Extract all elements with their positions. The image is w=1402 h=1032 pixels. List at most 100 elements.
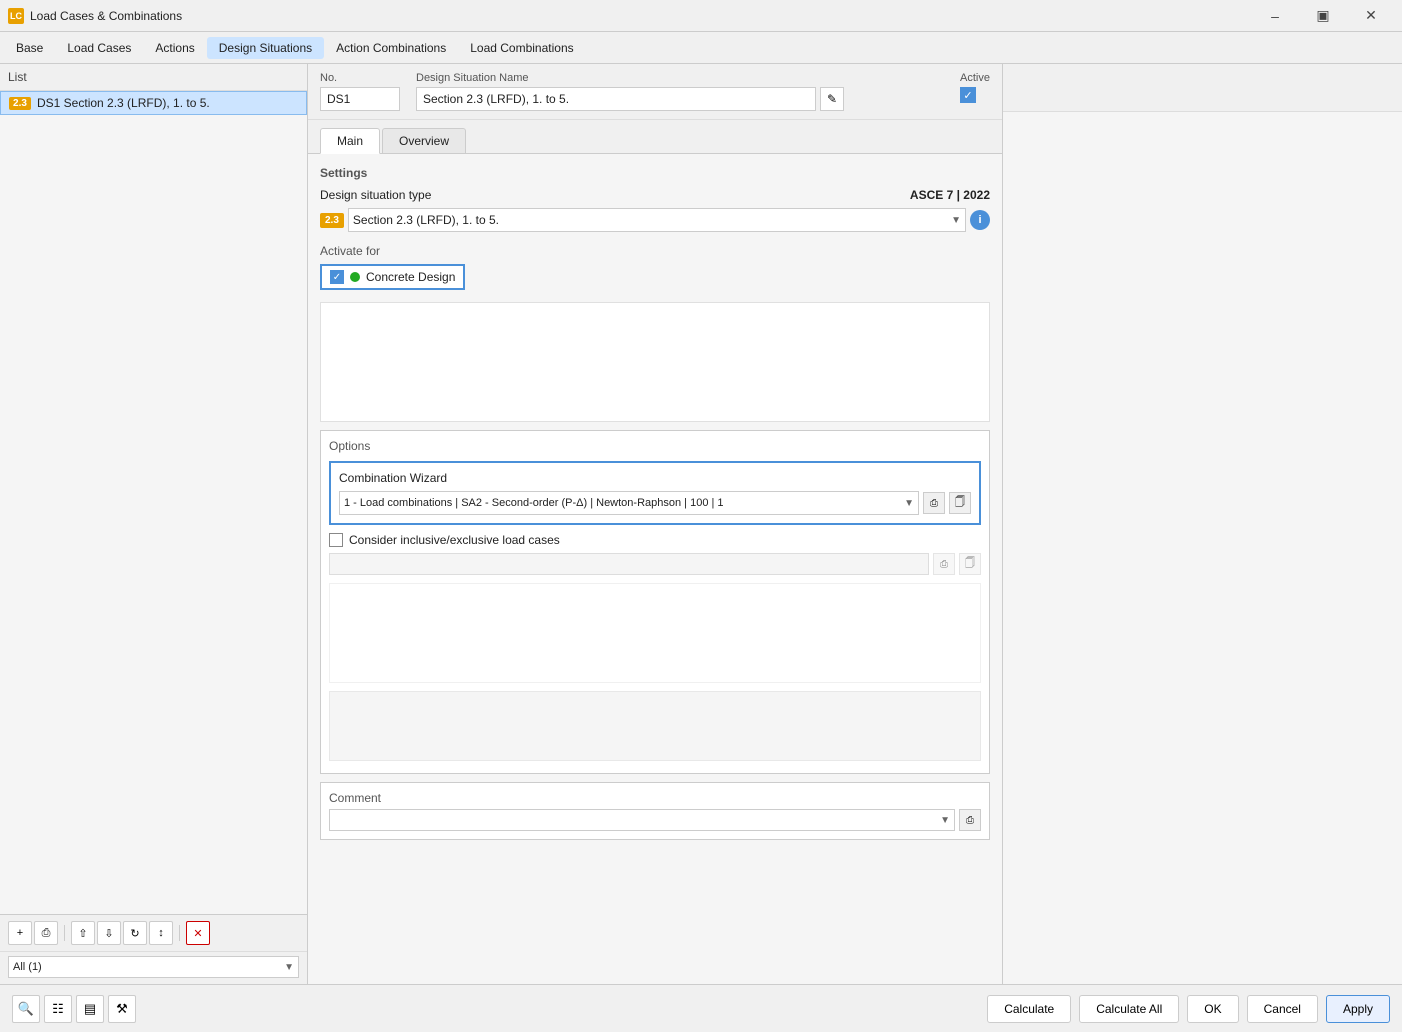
menubar: Base Load Cases Actions Design Situation…	[0, 32, 1402, 64]
disabled-input	[329, 553, 929, 575]
name-label: Design Situation Name	[416, 72, 844, 84]
settings-label: Settings	[320, 166, 990, 180]
list-empty-area	[0, 115, 307, 914]
dropdown-badge: 2.3	[320, 213, 344, 228]
tab-main[interactable]: Main	[320, 128, 380, 154]
design-situation-type-label: Design situation type	[320, 188, 431, 202]
toolbar-divider2	[179, 925, 180, 941]
consider-label: Consider inclusive/exclusive load cases	[349, 533, 560, 547]
tabs-bar: Main Overview	[308, 120, 1002, 154]
list-header: List	[0, 64, 307, 91]
options-label: Options	[329, 439, 981, 453]
chevron-down-icon3: ▼	[951, 215, 961, 226]
concrete-design-label: Concrete Design	[366, 270, 455, 284]
move-down-button[interactable]: ⇩	[97, 921, 121, 945]
far-right-header	[1003, 64, 1402, 112]
copy-item-button[interactable]: ⎙	[34, 921, 58, 945]
left-panel: List 2.3 DS1 Section 2.3 (LRFD), 1. to 5…	[0, 64, 308, 984]
disabled-btn-1: ⎙	[933, 553, 955, 575]
form-content: Settings Design situation type ASCE 7 | …	[308, 154, 1002, 984]
disabled-input-row: ⎙ 🗍	[329, 553, 981, 575]
comment-copy-button[interactable]: ⎙	[959, 809, 981, 831]
window-controls: – ▣ ✕	[1252, 0, 1394, 32]
calculate-button[interactable]: Calculate	[987, 995, 1071, 1023]
concrete-design-checkbox[interactable]: ✓	[330, 270, 344, 284]
chevron-down-icon: ▼	[284, 962, 294, 973]
design-situation-type-row: Design situation type ASCE 7 | 2022	[320, 188, 990, 202]
name-field-group: Design Situation Name Section 2.3 (LRFD)…	[416, 72, 844, 111]
name-field-row: Section 2.3 (LRFD), 1. to 5. ✎	[416, 87, 844, 111]
app-icon: LC	[8, 8, 24, 24]
comment-input[interactable]: ▼	[329, 809, 955, 831]
search-icon-button[interactable]: 🔍	[12, 995, 40, 1023]
minimize-button[interactable]: –	[1252, 0, 1298, 32]
menu-base[interactable]: Base	[4, 37, 55, 59]
left-toolbar: + ⎙ ⇧ ⇩ ↻ ↕ ✕	[0, 914, 307, 951]
wizard-dropdown[interactable]: 1 - Load combinations | SA2 - Second-ord…	[339, 491, 919, 515]
design-situation-dropdown-row: 2.3 Section 2.3 (LRFD), 1. to 5. ▼ i	[320, 208, 990, 232]
design-situation-select[interactable]: Section 2.3 (LRFD), 1. to 5. ▼	[348, 208, 966, 232]
renumber-button[interactable]: ↻	[123, 921, 147, 945]
active-label: Active	[960, 72, 990, 84]
chevron-down-icon4: ▼	[904, 498, 914, 509]
menu-actions[interactable]: Actions	[143, 37, 206, 59]
comment-row: ▼ ⎙	[329, 809, 981, 831]
cancel-button[interactable]: Cancel	[1247, 995, 1318, 1023]
action-bar: 🔍 ☷ ▤ ⚒ Calculate Calculate All OK Cance…	[0, 984, 1402, 1032]
wizard-btn-2[interactable]: 🗍	[949, 492, 971, 514]
comment-label: Comment	[329, 791, 981, 805]
chevron-down-icon5: ▼	[940, 815, 950, 826]
active-checkbox[interactable]: ✓	[960, 87, 976, 103]
disabled-btn-2: 🗍	[959, 553, 981, 575]
activate-for-section: Activate for ✓ Concrete Design	[320, 244, 990, 290]
combination-wizard-box: Combination Wizard 1 - Load combinations…	[329, 461, 981, 525]
settings-icon-button[interactable]: ⚒	[108, 995, 136, 1023]
menu-design-situations[interactable]: Design Situations	[207, 37, 324, 59]
move-up-button[interactable]: ⇧	[71, 921, 95, 945]
titlebar: LC Load Cases & Combinations – ▣ ✕	[0, 0, 1402, 32]
edit-name-button[interactable]: ✎	[820, 87, 844, 111]
sort-button[interactable]: ↕	[149, 921, 173, 945]
name-input[interactable]: Section 2.3 (LRFD), 1. to 5.	[416, 87, 816, 111]
empty-area-1	[320, 302, 990, 422]
toolbar-divider	[64, 925, 65, 941]
bottom-icons: 🔍 ☷ ▤ ⚒	[12, 995, 136, 1023]
activate-for-label: Activate for	[320, 244, 990, 258]
comment-section: Comment ▼ ⎙	[320, 782, 990, 840]
calculate-all-button[interactable]: Calculate All	[1079, 995, 1179, 1023]
no-label: No.	[320, 72, 400, 84]
settings-section: Settings Design situation type ASCE 7 | …	[320, 166, 990, 232]
delete-button[interactable]: ✕	[186, 921, 210, 945]
combination-wizard-label: Combination Wizard	[339, 471, 971, 485]
wizard-btn-1[interactable]: ⎙	[923, 492, 945, 514]
filter-area: All (1) ▼	[0, 951, 307, 984]
no-value: DS1	[320, 87, 400, 111]
close-button[interactable]: ✕	[1348, 0, 1394, 32]
right-content: No. DS1 Design Situation Name Section 2.…	[308, 64, 1002, 984]
maximize-button[interactable]: ▣	[1300, 0, 1346, 32]
apply-button[interactable]: Apply	[1326, 995, 1390, 1023]
filter-dropdown[interactable]: All (1) ▼	[8, 956, 299, 978]
table-icon-button[interactable]: ☷	[44, 995, 72, 1023]
list-item[interactable]: 2.3 DS1 Section 2.3 (LRFD), 1. to 5.	[0, 91, 307, 115]
far-right-panel	[1002, 64, 1402, 984]
consider-checkbox[interactable]	[329, 533, 343, 547]
empty-area-3	[329, 691, 981, 761]
tab-overview[interactable]: Overview	[382, 128, 466, 153]
ok-button[interactable]: OK	[1187, 995, 1238, 1023]
window-title: Load Cases & Combinations	[30, 9, 1252, 23]
new-item-button[interactable]: +	[8, 921, 32, 945]
activate-item[interactable]: ✓ Concrete Design	[320, 264, 465, 290]
menu-load-combinations[interactable]: Load Combinations	[458, 37, 585, 59]
green-dot-icon	[350, 272, 360, 282]
item-badge: 2.3	[9, 97, 31, 110]
menu-action-combinations[interactable]: Action Combinations	[324, 37, 458, 59]
options-section: Options Combination Wizard 1 - Load comb…	[320, 430, 990, 774]
no-field-group: No. DS1	[320, 72, 400, 111]
empty-area-2	[329, 583, 981, 683]
diagram-icon-button[interactable]: ▤	[76, 995, 104, 1023]
menu-loadcases[interactable]: Load Cases	[55, 37, 143, 59]
wizard-row: 1 - Load combinations | SA2 - Second-ord…	[339, 491, 971, 515]
design-situation-type-value: ASCE 7 | 2022	[910, 188, 990, 202]
info-button[interactable]: i	[970, 210, 990, 230]
